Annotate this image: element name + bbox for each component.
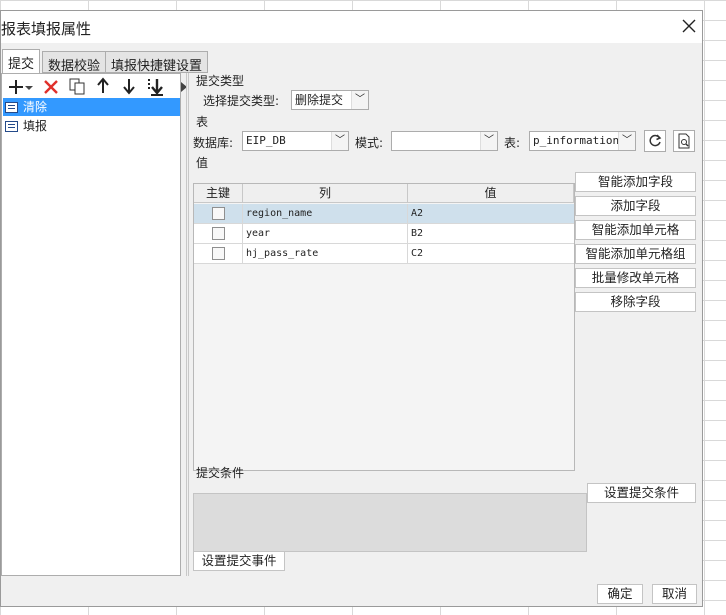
set-submit-event-button[interactable]: 设置提交事件 bbox=[193, 551, 285, 571]
key-checkbox[interactable] bbox=[212, 227, 225, 240]
remove-field-button[interactable]: 移除字段 bbox=[575, 292, 696, 312]
splitter[interactable] bbox=[186, 73, 189, 576]
chevron-down-icon: ﹀ bbox=[331, 132, 348, 150]
schema-select[interactable]: ﹀ bbox=[391, 131, 498, 151]
key-cell bbox=[194, 244, 243, 264]
move-down-icon[interactable] bbox=[120, 77, 138, 95]
tree-item-label: 填报 bbox=[23, 119, 48, 133]
chevron-down-icon: ﹀ bbox=[351, 91, 368, 109]
add-field-button[interactable]: 添加字段 bbox=[575, 196, 696, 216]
submit-type-value: 删除提交 bbox=[295, 93, 344, 107]
column-cell[interactable]: region_name bbox=[243, 204, 408, 224]
batch-modify-cell-button[interactable]: 批量修改单元格 bbox=[575, 268, 696, 288]
ok-button[interactable]: 确定 bbox=[597, 584, 643, 604]
value-cell[interactable]: B2 bbox=[408, 224, 574, 244]
smart-add-field-button[interactable]: 智能添加字段 bbox=[575, 172, 696, 192]
section-table: 表 bbox=[196, 115, 209, 129]
smart-add-cell-button[interactable]: 智能添加单元格 bbox=[575, 220, 696, 240]
refresh-button[interactable] bbox=[644, 130, 666, 152]
table-icon bbox=[5, 121, 18, 132]
key-checkbox[interactable] bbox=[212, 207, 225, 220]
left-panel bbox=[1, 73, 181, 576]
copy-icon[interactable] bbox=[68, 77, 86, 95]
tree-item-clear[interactable]: 清除 bbox=[3, 98, 180, 116]
table-label: 表: bbox=[504, 136, 521, 150]
tab-shortcut-settings[interactable]: 填报快捷键设置 bbox=[105, 51, 209, 74]
chevron-down-icon: ﹀ bbox=[480, 132, 497, 150]
section-submit-type: 提交类型 bbox=[196, 74, 245, 88]
tab-data-validation[interactable]: 数据校验 bbox=[42, 51, 107, 74]
key-cell bbox=[194, 224, 243, 244]
dialog: 报表填报属性 提交 数据校验 填报快捷键设置 清除 填报 提交类型 选择提交类型… bbox=[0, 10, 703, 607]
close-icon[interactable] bbox=[679, 16, 699, 36]
table-select[interactable]: p_information ﹀ bbox=[529, 131, 636, 151]
database-select[interactable]: EIP_DB ﹀ bbox=[242, 131, 349, 151]
tab-submit[interactable]: 提交 bbox=[2, 49, 41, 73]
smart-add-cell-group-button[interactable]: 智能添加单元格组 bbox=[575, 244, 696, 264]
section-submit-condition: 提交条件 bbox=[196, 466, 245, 480]
database-value: EIP_DB bbox=[246, 134, 286, 147]
search-document-icon bbox=[678, 133, 690, 149]
table-row[interactable]: region_name A2 bbox=[194, 204, 574, 224]
add-icon[interactable] bbox=[7, 78, 25, 96]
move-bottom-icon[interactable] bbox=[145, 77, 165, 97]
submit-condition-box[interactable] bbox=[193, 493, 587, 552]
tree-item-label: 清除 bbox=[23, 100, 48, 114]
chevron-down-icon: ﹀ bbox=[618, 132, 635, 150]
section-values: 值 bbox=[196, 156, 209, 170]
key-cell bbox=[194, 204, 243, 224]
refresh-icon bbox=[649, 134, 662, 147]
value-cell[interactable]: A2 bbox=[408, 204, 574, 224]
table-icon bbox=[5, 102, 18, 113]
key-checkbox[interactable] bbox=[212, 247, 225, 260]
preview-table-button[interactable] bbox=[673, 130, 695, 152]
move-up-icon[interactable] bbox=[94, 77, 112, 95]
submit-type-select[interactable]: 删除提交 ﹀ bbox=[291, 90, 369, 110]
database-label: 数据库: bbox=[193, 136, 234, 150]
column-cell[interactable]: hj_pass_rate bbox=[243, 244, 408, 264]
table-value: p_information bbox=[533, 134, 620, 147]
add-dropdown-icon[interactable] bbox=[25, 84, 33, 92]
title-bar: 报表填报属性 bbox=[1, 11, 702, 43]
table-row[interactable]: hj_pass_rate C2 bbox=[194, 244, 574, 264]
tree-item-fill[interactable]: 填报 bbox=[3, 117, 180, 135]
table-row[interactable]: year B2 bbox=[194, 224, 574, 244]
cancel-button[interactable]: 取消 bbox=[652, 584, 697, 604]
value-cell[interactable]: C2 bbox=[408, 244, 574, 264]
header-key: 主键 bbox=[194, 184, 243, 203]
column-cell[interactable]: year bbox=[243, 224, 408, 244]
set-submit-condition-button[interactable]: 设置提交条件 bbox=[587, 483, 696, 503]
values-table: 主键 列 值 region_name A2 year B2 hj_pass_ra… bbox=[193, 183, 575, 471]
schema-label: 模式: bbox=[355, 136, 384, 150]
submit-type-label: 选择提交类型: bbox=[203, 94, 280, 108]
header-column: 列 bbox=[243, 184, 408, 203]
dialog-title: 报表填报属性 bbox=[1, 20, 92, 38]
header-value: 值 bbox=[408, 184, 574, 203]
delete-icon[interactable] bbox=[42, 78, 60, 96]
